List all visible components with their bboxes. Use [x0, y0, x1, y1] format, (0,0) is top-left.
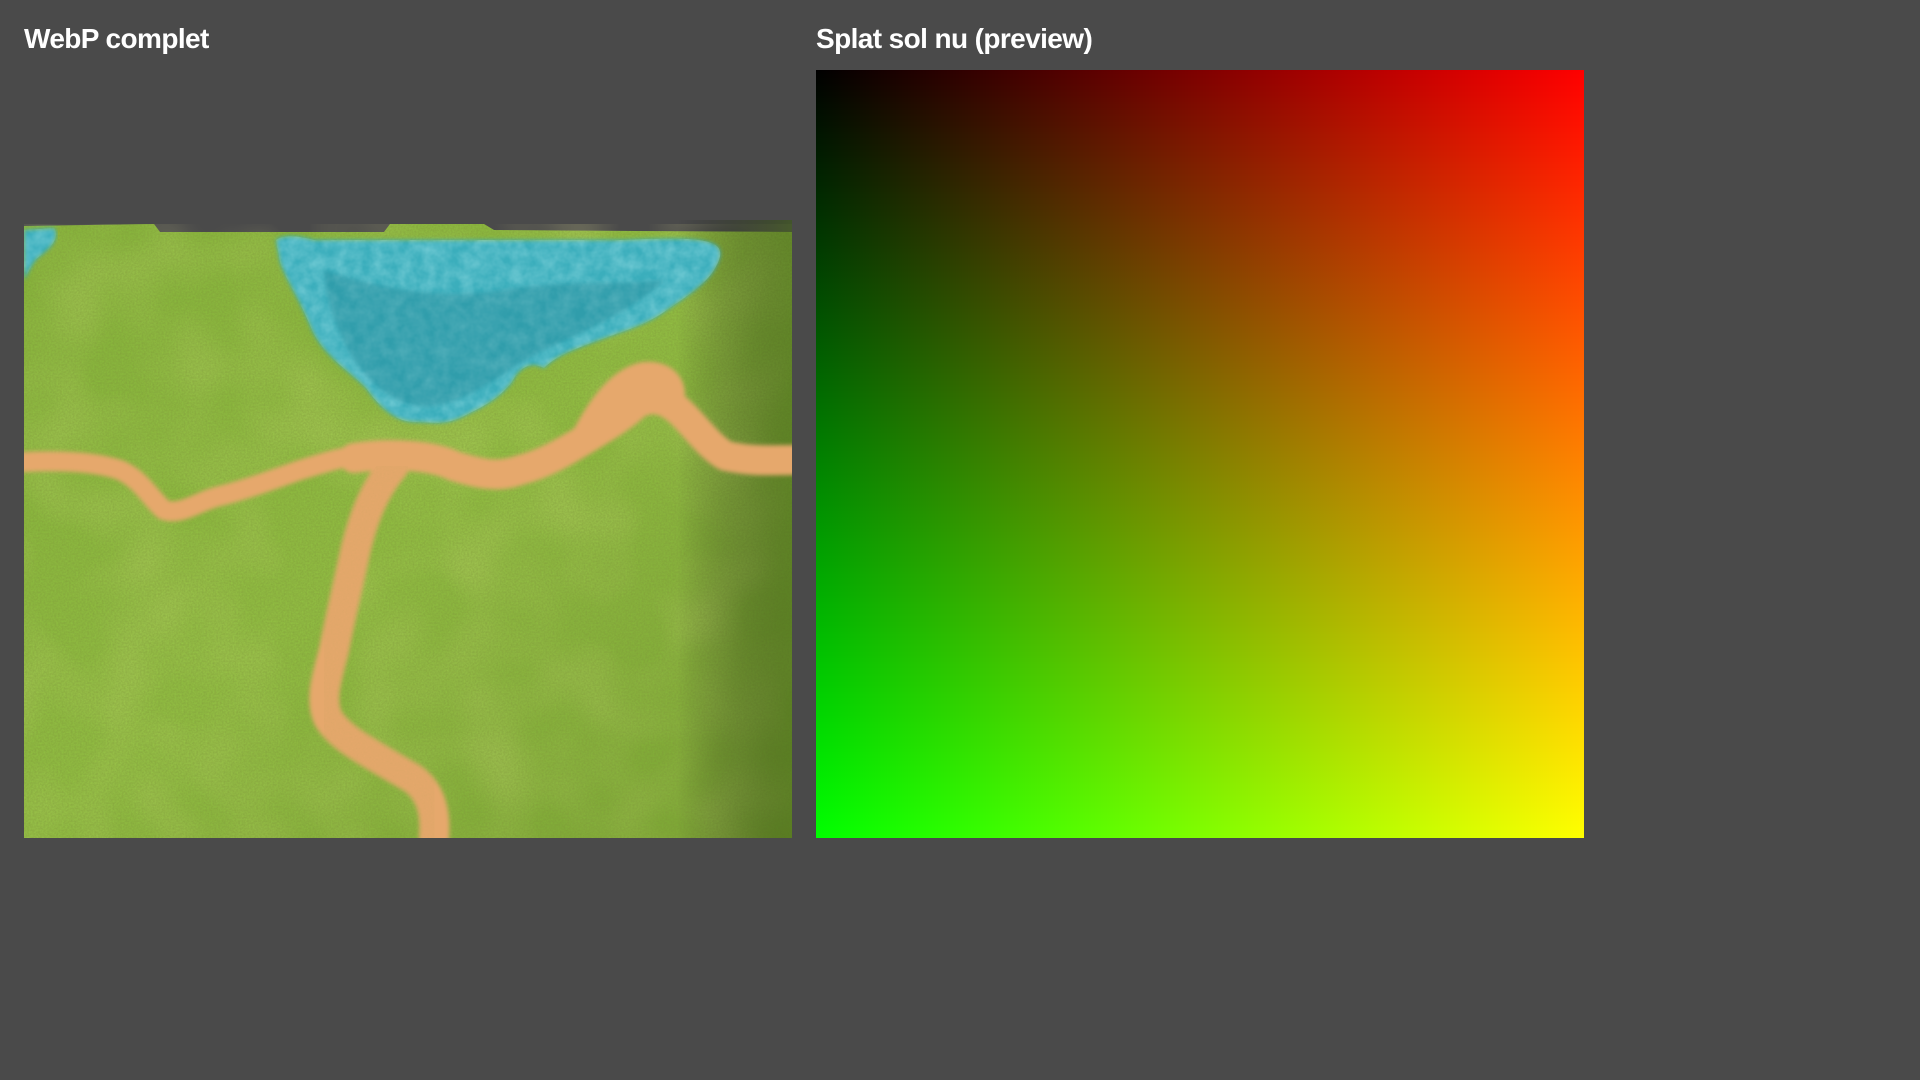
splat-preview-frame — [816, 70, 1584, 838]
splat-overlay — [816, 70, 1584, 838]
terrain-map-frame — [24, 70, 792, 838]
splat-gradient-preview — [816, 70, 1584, 838]
panel-title: WebP complet — [24, 23, 209, 54]
terrain-map-image — [24, 220, 792, 838]
panel-title: Splat sol nu (preview) — [816, 23, 1093, 54]
